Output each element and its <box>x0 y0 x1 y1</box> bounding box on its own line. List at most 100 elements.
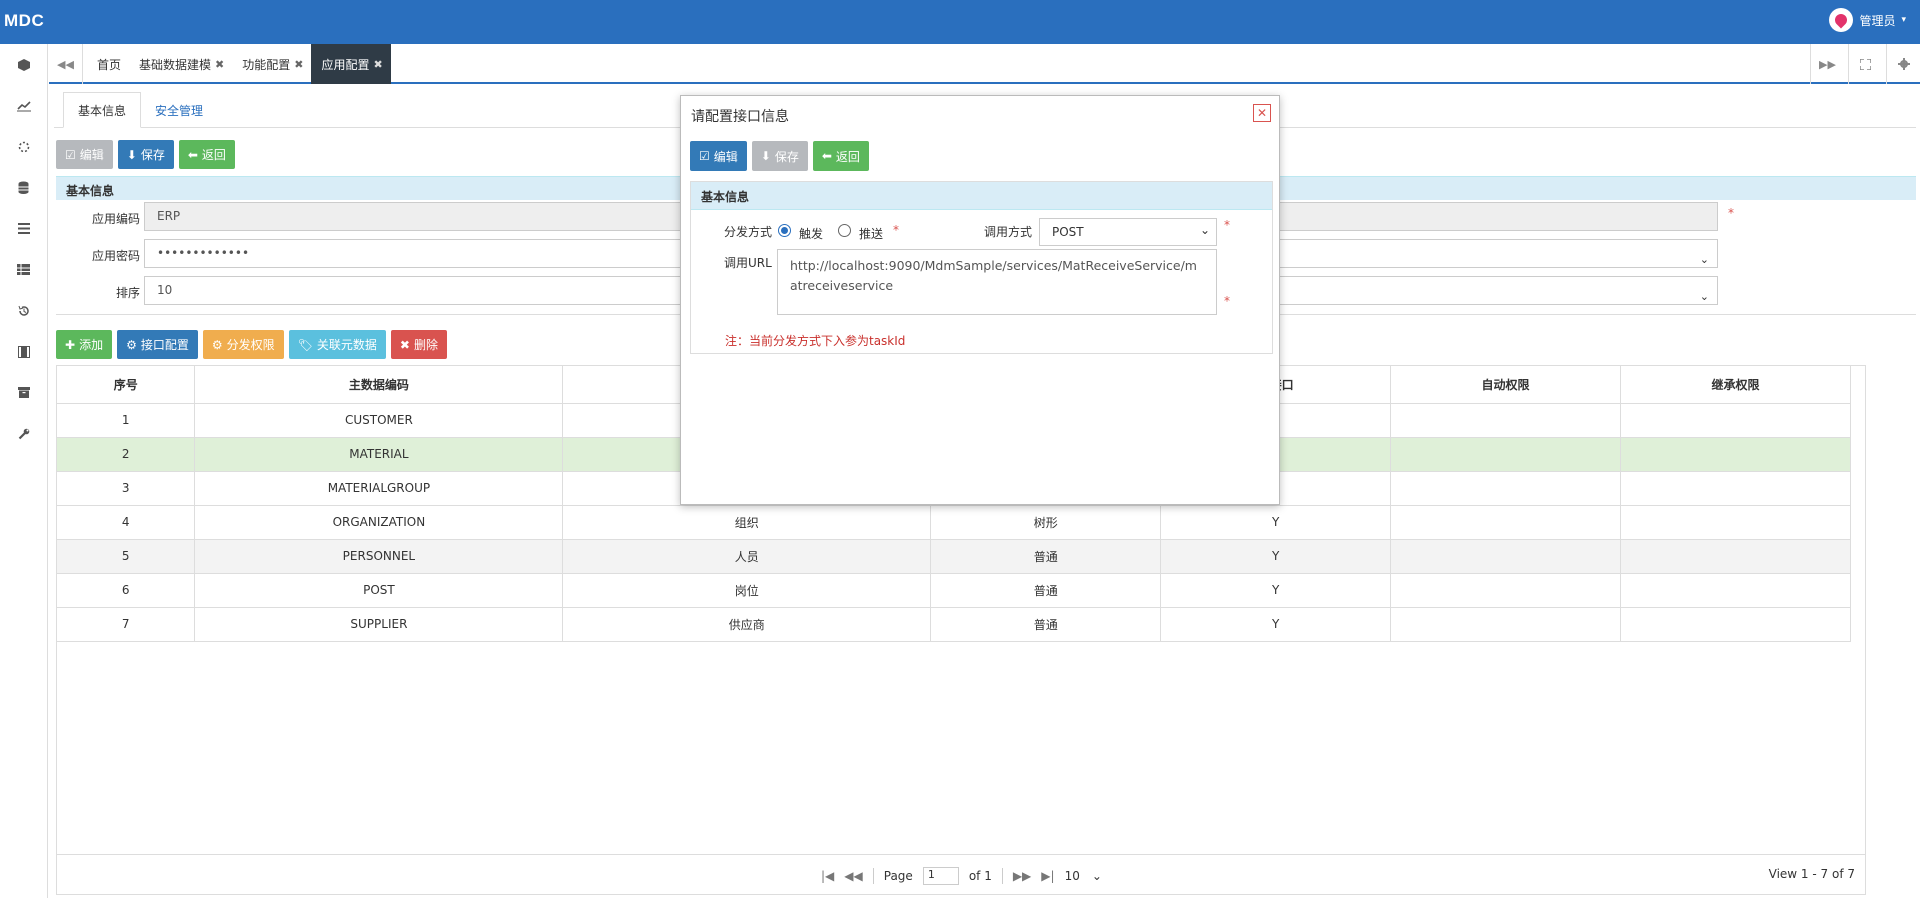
app-password-label: 应用密码 <box>91 249 140 263</box>
tabs-scroll-left-icon[interactable]: ◀◀ <box>49 44 83 84</box>
dist-mode-label: 分发方式 <box>724 225 773 239</box>
user-avatar-icon[interactable] <box>1829 8 1854 32</box>
edit-button[interactable]: ☑ 编辑 <box>56 140 113 169</box>
table-cell: 1 <box>57 403 196 438</box>
chevron-down-icon[interactable]: ⌄ <box>1700 246 1709 273</box>
download-icon: ⬇ <box>760 149 771 163</box>
radio-push-label[interactable]: 推送 <box>859 225 883 242</box>
close-icon[interactable]: ✖ <box>374 58 383 71</box>
back-label: 返回 <box>201 148 226 162</box>
dist-mode-note: 注：当前分发方式下入参为taskId <box>725 334 906 348</box>
dialog-save-button[interactable]: ⬇ 保存 <box>751 141 808 171</box>
app-brand[interactable]: MDC <box>4 11 44 31</box>
gear-icon[interactable] <box>1886 44 1920 84</box>
interface-config-button[interactable]: ⚙ 接口配置 <box>117 330 198 359</box>
film-icon[interactable] <box>0 331 47 372</box>
edit-icon: ☑ <box>699 149 710 163</box>
table-row[interactable]: 4 ORGANIZATION 组织 树形 Y <box>57 505 1851 540</box>
call-url-textarea[interactable]: http://localhost:9090/MdmSample/services… <box>777 249 1217 315</box>
tab-function-config[interactable]: 功能配置 ✖ <box>232 44 311 84</box>
rows-per-page-value: 10 <box>1064 869 1080 883</box>
radio-trigger-label[interactable]: 触发 <box>799 225 823 242</box>
chart-line-icon[interactable] <box>0 85 47 126</box>
dialog-edit-button[interactable]: ☑ 编辑 <box>690 141 747 171</box>
column-header[interactable]: 序号 <box>57 366 196 404</box>
delete-button[interactable]: ✖ 删除 <box>390 330 447 359</box>
pager-divider <box>1001 868 1003 884</box>
list-icon[interactable] <box>0 208 47 249</box>
column-header[interactable]: 自动权限 <box>1390 366 1621 404</box>
back-button[interactable]: ⬅ 返回 <box>178 140 235 169</box>
user-menu[interactable]: 管理员 ▾ <box>1829 8 1906 32</box>
chevron-down-icon[interactable]: ⌄ <box>1700 283 1709 310</box>
first-page-icon[interactable]: |◀ <box>821 869 834 883</box>
edit-label: 编辑 <box>713 149 738 164</box>
call-method-label: 调用方式 <box>984 225 1033 239</box>
radio-trigger[interactable] <box>778 224 791 237</box>
top-bar: MDC 管理员 ▾ <box>0 0 1920 44</box>
tab-list: 首页 基础数据建模 ✖ 功能配置 ✖ 应用配置 ✖ <box>87 44 391 84</box>
required-mark: * <box>893 223 899 237</box>
last-page-icon[interactable]: ▶| <box>1041 869 1054 883</box>
page-input[interactable]: 1 <box>922 867 959 885</box>
column-header[interactable]: 继承权限 <box>1620 366 1851 404</box>
arrow-left-icon: ⬅ <box>821 149 832 163</box>
tab-home[interactable]: 首页 <box>87 44 129 84</box>
dialog-toolbar: ☑ 编辑 ⬇ 保存 ⬅ 返回 <box>690 141 869 171</box>
wrench-icon[interactable] <box>0 413 47 454</box>
archive-icon[interactable] <box>0 372 47 413</box>
app-toolbar: ☑ 编辑 ⬇ 保存 ⬅ 返回 <box>56 140 235 169</box>
database-icon[interactable] <box>0 167 47 208</box>
link-metadata-button[interactable]: 🏷 关联元数据 <box>288 330 386 359</box>
spinner-icon[interactable] <box>0 126 47 167</box>
add-button[interactable]: ✚ 添加 <box>56 330 113 359</box>
tab-strip: ◀◀ 首页 基础数据建模 ✖ 功能配置 ✖ 应用配置 ✖ ▶▶ <box>49 44 1920 84</box>
save-label: 保存 <box>774 149 799 164</box>
tab-app-config[interactable]: 应用配置 ✖ <box>311 44 391 84</box>
required-mark: * <box>1224 218 1230 232</box>
table-row[interactable]: 6 POST 岗位 普通 Y <box>57 573 1851 608</box>
subtab-security[interactable]: 安全管理 <box>141 92 217 128</box>
times-icon: ✖ <box>399 337 410 352</box>
save-button[interactable]: ⬇ 保存 <box>117 140 174 169</box>
table-cell <box>1620 505 1851 540</box>
table-cell: Y <box>1160 607 1392 642</box>
table-cell: 4 <box>57 505 196 540</box>
history-icon[interactable] <box>0 290 47 331</box>
pager-divider <box>872 868 874 884</box>
table-cell <box>1620 403 1851 438</box>
table-cell <box>1620 573 1851 608</box>
close-icon[interactable]: ✖ <box>215 58 224 71</box>
table-list-icon[interactable] <box>0 249 47 290</box>
prev-page-icon[interactable]: ◀◀ <box>844 869 862 883</box>
chevron-down-icon[interactable]: ▾ <box>1901 15 1906 25</box>
dist-permission-button[interactable]: ⚙ 分发权限 <box>202 330 284 359</box>
rows-per-page-select[interactable]: 10 ⌄ <box>1065 869 1102 883</box>
user-name[interactable]: 管理员 <box>1859 12 1895 29</box>
chevron-down-icon: ⌄ <box>1199 223 1210 237</box>
table-cell <box>1390 539 1621 574</box>
table-cell: 供应商 <box>562 607 932 642</box>
call-method-select[interactable]: POST ⌄ <box>1039 218 1217 246</box>
table-row[interactable]: 7 SUPPLIER 供应商 普通 Y <box>57 607 1851 642</box>
pager-controls: |◀ ◀◀ Page 1 of 1 ▶▶ ▶| 10 ⌄ <box>821 867 1102 885</box>
cube-icon[interactable] <box>0 44 47 85</box>
fullscreen-icon[interactable] <box>1848 44 1882 84</box>
dialog-panel-header: 基本信息 <box>691 182 1272 210</box>
arrow-left-icon: ⬅ <box>187 147 198 162</box>
subtab-basic-info[interactable]: 基本信息 <box>63 92 142 128</box>
tab-label: 功能配置 <box>242 57 291 72</box>
table-cell: 人员 <box>562 539 932 574</box>
table-cell: Y <box>1160 539 1392 574</box>
table-row[interactable]: 5 PERSONNEL 人员 普通 Y <box>57 539 1851 574</box>
dialog-back-button[interactable]: ⬅ 返回 <box>812 141 869 171</box>
close-icon[interactable]: ✕ <box>1253 104 1271 122</box>
table-cell: 普通 <box>930 539 1162 574</box>
download-icon: ⬇ <box>126 147 137 162</box>
tab-basic-data-modeling[interactable]: 基础数据建模 ✖ <box>129 44 232 84</box>
next-page-icon[interactable]: ▶▶ <box>1013 869 1031 883</box>
column-header[interactable]: 主数据编码 <box>194 366 564 404</box>
tabs-scroll-right-icon[interactable]: ▶▶ <box>1810 44 1844 84</box>
close-icon[interactable]: ✖ <box>294 58 303 71</box>
radio-push[interactable] <box>838 224 851 237</box>
